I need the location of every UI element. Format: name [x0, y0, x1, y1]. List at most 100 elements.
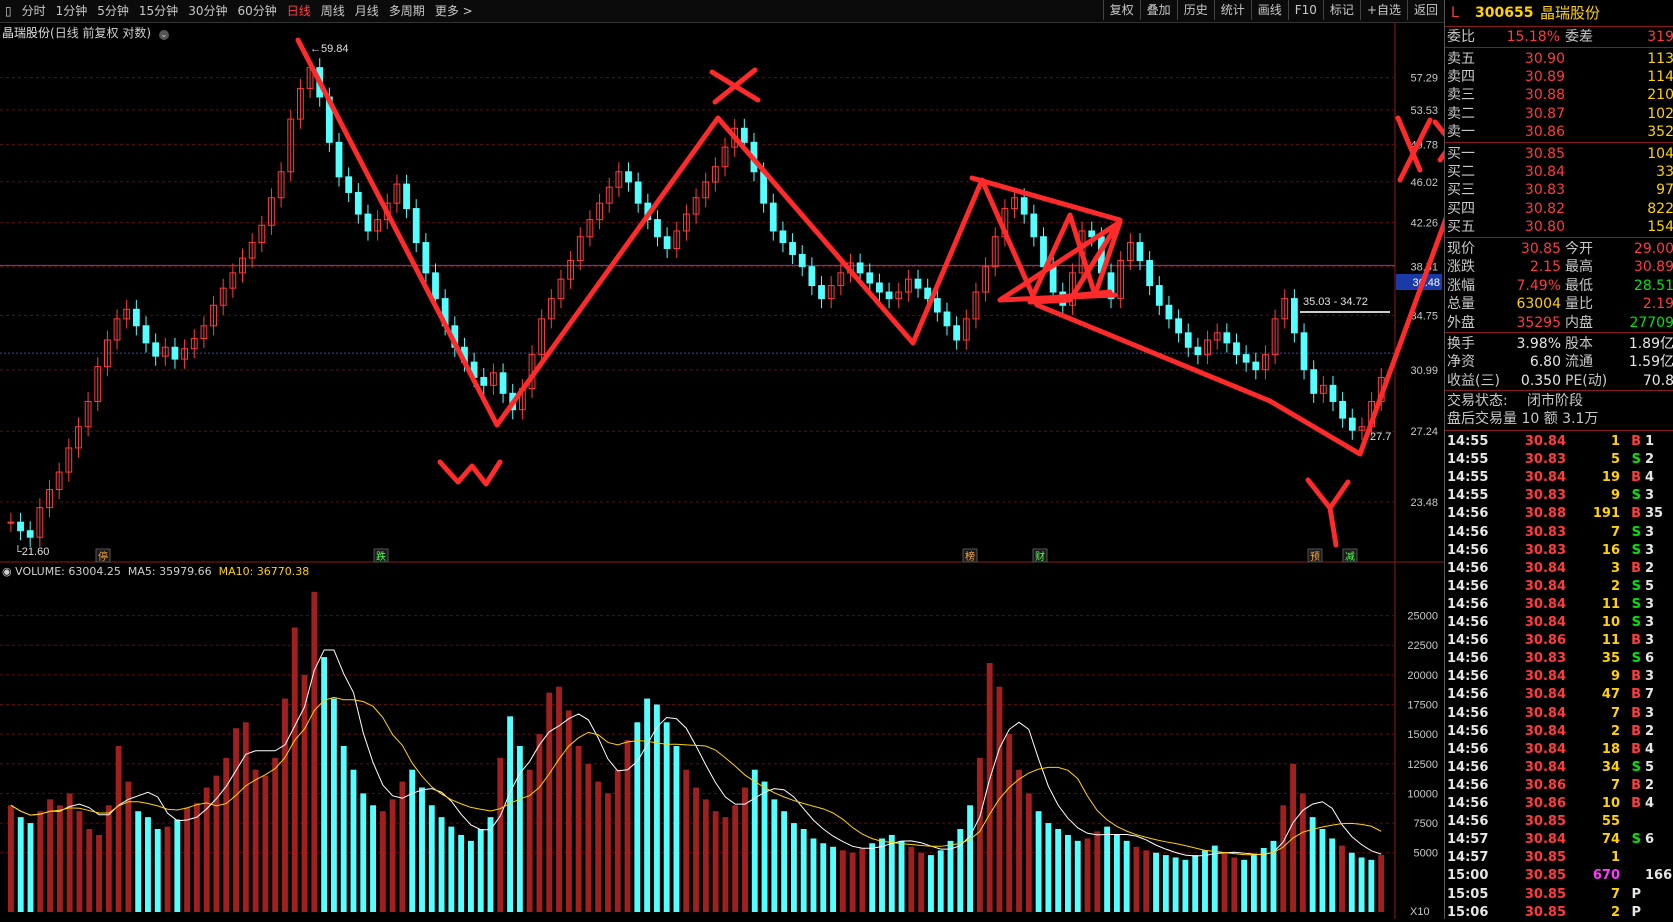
tick-side: S — [1631, 832, 1641, 848]
volume-bar — [1192, 855, 1199, 912]
tick-volume: 55 — [1601, 814, 1620, 830]
volume-bar — [634, 722, 641, 912]
tick-price: 30.86 — [1524, 633, 1566, 649]
candle-body — [7, 521, 15, 524]
candle-body — [953, 325, 961, 341]
volume-bar — [546, 692, 553, 912]
tick-row: 14:56 30.85 55 — [1445, 813, 1673, 831]
stat-label: PE(动) — [1565, 372, 1608, 389]
tick-row: 14:56 30.88 191 B 35 — [1445, 505, 1673, 523]
volume-bar — [1280, 805, 1287, 912]
bid-volume: 97 — [1656, 182, 1673, 199]
volume-bar — [1329, 838, 1336, 912]
volume-bar — [1182, 859, 1189, 912]
stat-label: 外盘 — [1447, 314, 1475, 331]
volume-bar — [790, 823, 797, 912]
candle-body — [480, 376, 488, 386]
tick-count: 6 — [1645, 651, 1655, 667]
stat-label: 流通 — [1565, 354, 1593, 371]
tick-time: 14:56 — [1447, 615, 1489, 630]
stat-row: 涨跌 2.15 最高 30.89 — [1445, 258, 1673, 276]
tick-time: 14:55 — [1447, 470, 1489, 486]
volume-bar — [918, 852, 925, 912]
tick-volume: 10 — [1601, 615, 1620, 630]
tick-count: 1 — [1645, 434, 1655, 449]
tick-volume: 35 — [1601, 651, 1620, 667]
tick-volume: 3 — [1610, 560, 1620, 576]
volume-bar — [291, 627, 298, 912]
tick-price: 30.84 — [1524, 705, 1566, 721]
ask-label: 卖一 — [1447, 123, 1475, 140]
kline-chart[interactable]: 57.2953.5349.7846.0242.2638.5134.7530.99… — [0, 0, 1444, 919]
candle-body — [1146, 260, 1154, 287]
candle-body — [876, 282, 883, 293]
y-tick-label: 46.02 — [1410, 177, 1438, 189]
candle-body — [354, 191, 362, 215]
tick-count: 5 — [1645, 759, 1655, 775]
collapse-icon[interactable]: ◉ — [2, 565, 12, 578]
stat-label: 涨跌 — [1447, 259, 1475, 276]
volume-bar — [1133, 846, 1140, 912]
volume-bar — [1339, 845, 1345, 912]
tick-volume: 1 — [1610, 850, 1620, 866]
bid-label: 买四 — [1447, 200, 1475, 217]
bid-volume: 154 — [1647, 218, 1673, 235]
volume-bar — [37, 811, 44, 912]
tick-price: 30.85 — [1524, 850, 1566, 866]
tick-volume: 34 — [1601, 759, 1620, 775]
bid-label: 买二 — [1447, 164, 1475, 181]
candle-body — [1088, 230, 1096, 238]
candle-body — [1290, 298, 1298, 334]
volume-bar — [702, 799, 709, 912]
tick-time: 14:56 — [1447, 651, 1489, 667]
ask-label: 卖三 — [1447, 87, 1475, 104]
tick-time: 14:56 — [1447, 705, 1489, 721]
tick-price: 30.83 — [1524, 542, 1566, 558]
range-label: 35.03 - 34.72 — [1303, 296, 1368, 308]
tick-time: 14:57 — [1447, 850, 1489, 866]
bid-price: 30.82 — [1524, 200, 1565, 217]
tick-time: 14:56 — [1447, 759, 1489, 775]
tick-price: 30.84 — [1524, 560, 1566, 576]
tick-count: 3 — [1645, 705, 1655, 721]
bid-volume: 33 — [1656, 164, 1673, 181]
tick-volume: 74 — [1601, 832, 1620, 848]
candle-body — [798, 253, 806, 268]
volume-bar — [174, 819, 181, 912]
tick-count: 3 — [1645, 615, 1655, 630]
volume-bar — [115, 746, 122, 912]
tick-side: B — [1631, 741, 1641, 757]
tick-row: 14:56 30.84 11 S 3 — [1445, 596, 1673, 614]
tick-volume: 2 — [1610, 723, 1620, 739]
volume-bar — [419, 787, 425, 912]
volume-bar — [468, 840, 474, 912]
tick-side: B — [1631, 560, 1641, 576]
tick-time: 14:55 — [1447, 452, 1489, 468]
candle-body — [1136, 242, 1144, 262]
candle-body — [924, 287, 932, 300]
volume-bar — [105, 805, 112, 912]
volume-value: 63004.25 — [68, 565, 121, 578]
volume-bar — [370, 805, 376, 912]
tick-price: 30.85 — [1524, 868, 1566, 884]
vol-tick-label: 12500 — [1407, 759, 1438, 771]
tick-volume: 16 — [1601, 542, 1620, 558]
candle-body — [634, 181, 642, 204]
bid-price: 30.84 — [1524, 164, 1565, 181]
tick-side: S — [1631, 488, 1641, 504]
volume-bar — [869, 843, 876, 912]
tick-count: 2 — [1645, 560, 1655, 576]
stat-label: 总量 — [1447, 296, 1475, 313]
candle-body — [26, 530, 34, 538]
volume-bar — [1211, 845, 1218, 912]
ask-volume: 113 — [1647, 51, 1673, 67]
stat-value: 7.49% — [1516, 277, 1561, 294]
tick-side: B — [1631, 687, 1641, 703]
tick-row: 14:56 30.86 10 B 4 — [1445, 795, 1673, 813]
stat-value: 63004 — [1516, 296, 1561, 313]
volume-bar — [663, 722, 670, 912]
tick-time: 14:56 — [1447, 560, 1489, 576]
volume-bar — [1094, 831, 1101, 912]
candle-body — [17, 521, 24, 532]
candle-body — [432, 272, 439, 300]
